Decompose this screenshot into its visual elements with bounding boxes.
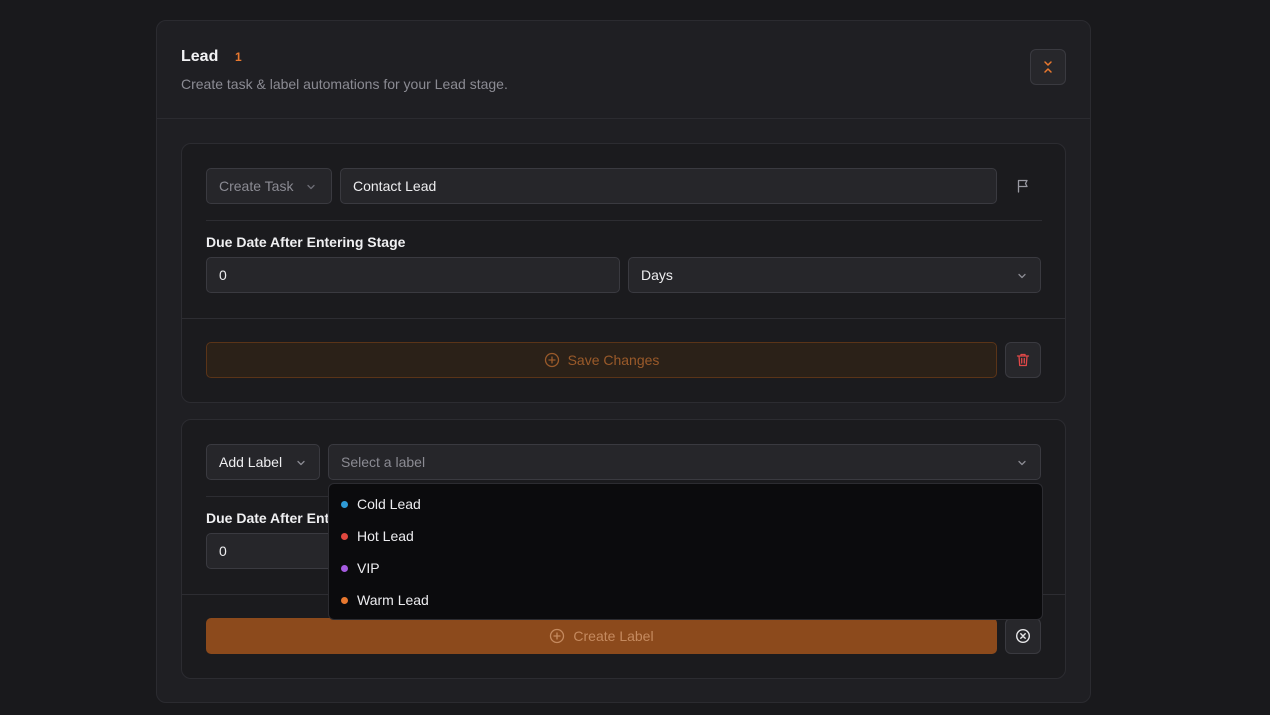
due-date-input[interactable]: 0 [206,257,620,293]
stage-count-badge: 1 [235,50,242,64]
task-action-select[interactable]: Create Task [206,168,332,204]
due-unit-select[interactable]: Days [628,257,1041,293]
flag-icon [1017,179,1028,193]
trash-icon [1016,353,1030,367]
label-option-text: VIP [357,560,380,576]
label-dropdown-menu: Cold Lead Hot Lead VIP Warm Lead [328,483,1043,620]
task-name-value: Contact Lead [353,178,437,194]
chevron-down-icon [1018,273,1026,279]
due-unit-value: Days [641,267,673,283]
label-option-text: Cold Lead [357,496,421,512]
task-name-input[interactable]: Contact Lead [340,168,997,204]
divider [206,220,1042,221]
label-option-text: Warm Lead [357,592,429,608]
color-dot-icon [341,532,348,540]
save-changes-label: Save Changes [567,352,660,368]
label-option-hot-lead[interactable]: Hot Lead [329,520,1042,552]
due-date-label: Due Date After Ent [206,510,330,526]
stage-title: Lead [181,48,219,65]
due-date-value: 0 [219,543,227,559]
label-option-text: Hot Lead [357,528,414,544]
task-action-select-label: Create Task [219,178,294,194]
priority-flag-button[interactable] [1005,168,1041,204]
chevron-down-icon [307,184,315,190]
delete-button[interactable] [1005,342,1041,378]
label-option-cold-lead[interactable]: Cold Lead [329,488,1042,520]
collapse-button[interactable] [1030,49,1066,85]
chevron-down-icon [297,460,305,466]
close-circle-icon [1015,628,1031,644]
color-dot-icon [341,596,348,604]
color-dot-icon [341,500,348,508]
plus-circle-icon [550,628,565,644]
cancel-button[interactable] [1005,618,1041,654]
due-date-label: Due Date After Entering Stage [206,234,406,250]
collapse-icon [1044,61,1052,73]
save-changes-button[interactable]: Save Changes [206,342,997,378]
divider [182,318,1065,319]
stage-header: Lead 1 Create task & label automations f… [157,21,1090,119]
label-select[interactable]: Select a label [328,444,1041,480]
chevron-down-icon [1018,460,1026,466]
label-action-select[interactable]: Add Label [206,444,320,480]
label-option-vip[interactable]: VIP [329,552,1042,584]
create-label-text: Create Label [573,628,654,644]
task-automation-panel: Create Task Contact Lead Due Date After … [181,143,1066,403]
label-select-placeholder: Select a label [341,454,426,470]
color-dot-icon [341,564,348,572]
label-option-warm-lead[interactable]: Warm Lead [329,584,1042,616]
due-date-value: 0 [219,267,227,283]
plus-circle-icon [544,352,559,368]
stage-description: Create task & label automations for your… [181,76,508,92]
create-label-button[interactable]: Create Label [206,618,997,654]
label-action-select-label: Add Label [219,454,283,470]
